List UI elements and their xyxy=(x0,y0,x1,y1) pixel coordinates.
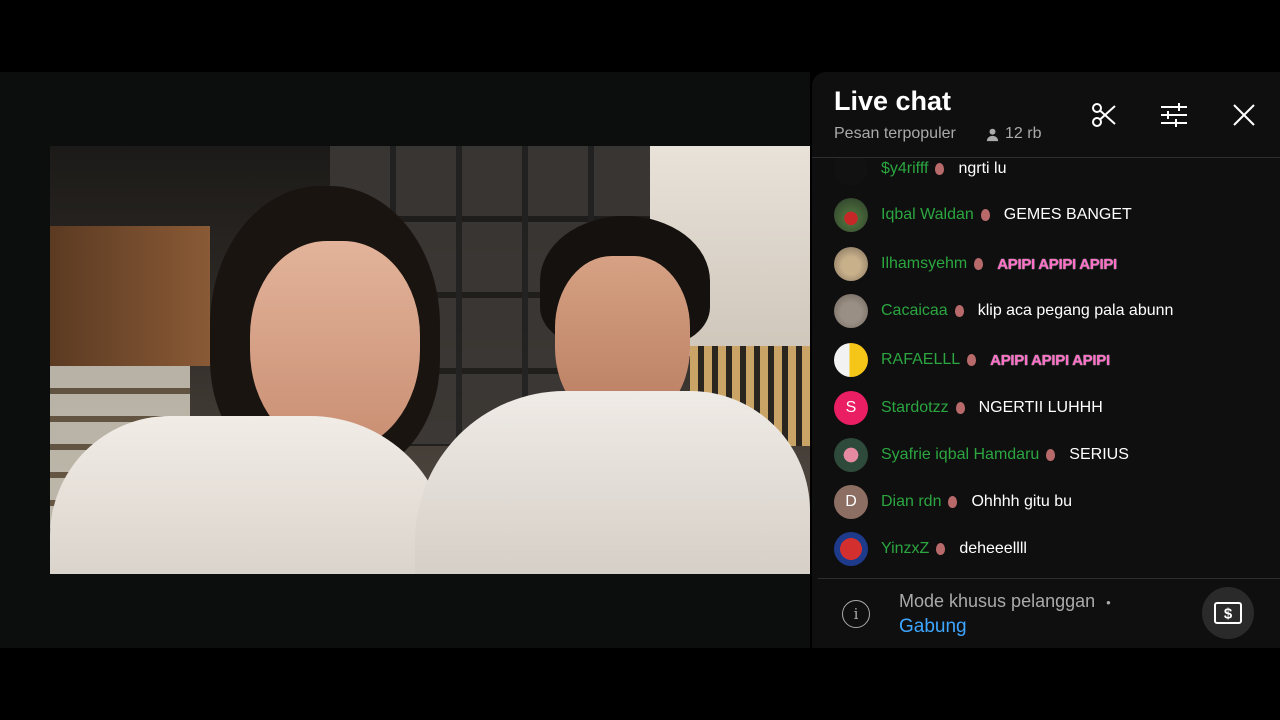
sliders-icon xyxy=(1161,103,1187,127)
avatar[interactable]: S xyxy=(834,391,868,425)
member-badge-icon xyxy=(935,163,945,175)
message-author[interactable]: $y4rifff xyxy=(881,160,928,178)
chat-title: Live chat xyxy=(834,86,952,116)
avatar[interactable]: D xyxy=(834,485,868,519)
message-text: Ohhhh gitu bu xyxy=(971,493,1073,510)
chat-footer: i Mode khusus pelanggan • Gabung $ xyxy=(818,578,1280,649)
video-frame[interactable] xyxy=(50,146,810,574)
message-author[interactable]: Syafrie iqbal Hamdaru xyxy=(881,446,1039,464)
message-text: klip aca pegang pala abunn xyxy=(977,302,1174,319)
member-badge-icon xyxy=(974,258,984,270)
message-emotes: APIPI APIPI APIPI xyxy=(990,351,1110,369)
super-chat-button[interactable]: $ xyxy=(1202,587,1254,639)
chat-message: RAFAELLL APIPI APIPI APIPI xyxy=(834,343,1110,377)
avatar[interactable] xyxy=(834,532,868,566)
chat-message: Syafrie iqbal Hamdaru SERIUS xyxy=(834,438,1129,472)
avatar[interactable] xyxy=(834,198,868,232)
scissors-icon xyxy=(1092,103,1116,127)
video-player[interactable] xyxy=(0,72,810,648)
message-author[interactable]: YinzxZ xyxy=(881,540,929,558)
message-author[interactable]: RAFAELLL xyxy=(881,351,960,369)
chat-message: Ilhamsyehm APIPI APIPI APIPI xyxy=(834,247,1117,281)
chat-message: D Dian rdn Ohhhh gitu bu xyxy=(834,485,1072,519)
message-text: GEMES BANGET xyxy=(1003,206,1132,223)
settings-button[interactable] xyxy=(1157,98,1191,132)
viewer-count: 12 rb xyxy=(985,125,1041,143)
join-link[interactable]: Gabung xyxy=(899,616,967,638)
message-emotes: APIPI APIPI APIPI xyxy=(997,255,1117,273)
chat-header: Live chat Pesan terpopuler 12 rb xyxy=(812,72,1280,158)
message-text: SERIUS xyxy=(1069,446,1129,463)
live-chat-panel: Live chat Pesan terpopuler 12 rb $y4riff… xyxy=(812,72,1280,648)
subscriber-mode-notice: Mode khusus pelanggan • xyxy=(899,591,1111,612)
close-icon xyxy=(1233,104,1255,126)
clip-button[interactable] xyxy=(1087,98,1121,132)
svg-text:$: $ xyxy=(1224,606,1233,623)
avatar[interactable] xyxy=(834,247,868,281)
wooden-panel xyxy=(50,226,210,366)
member-badge-icon xyxy=(967,354,977,366)
viewer-count-label: 12 rb xyxy=(1005,125,1042,142)
avatar[interactable] xyxy=(834,343,868,377)
member-badge-icon xyxy=(980,209,990,221)
info-icon[interactable]: i xyxy=(842,600,870,628)
message-text: NGERTII LUHHH xyxy=(978,399,1103,416)
chat-message: S Stardotzz NGERTII LUHHH xyxy=(834,391,1103,425)
avatar[interactable] xyxy=(834,294,868,328)
person-icon xyxy=(986,128,999,141)
member-badge-icon xyxy=(1046,449,1056,461)
close-chat-button[interactable] xyxy=(1227,98,1261,132)
chat-message: Iqbal Waldan GEMES BANGET xyxy=(834,198,1132,232)
message-text: ngrti lu xyxy=(958,160,1007,177)
message-author[interactable]: Iqbal Waldan xyxy=(881,206,974,224)
member-badge-icon xyxy=(948,496,958,508)
separator-dot: • xyxy=(1106,595,1111,610)
subscriber-mode-text: Mode khusus pelanggan xyxy=(899,591,1096,611)
message-author[interactable]: Stardotzz xyxy=(881,399,949,417)
chat-message: $y4rifff ngrti lu xyxy=(834,158,1006,186)
member-badge-icon xyxy=(954,305,964,317)
chat-message: Cacaicaa klip aca pegang pala abunn xyxy=(834,294,1173,328)
member-badge-icon xyxy=(936,543,946,555)
message-author[interactable]: Dian rdn xyxy=(881,493,941,511)
avatar[interactable] xyxy=(834,158,868,186)
message-author[interactable]: Cacaicaa xyxy=(881,302,948,320)
chat-messages-list[interactable]: $y4rifff ngrti lu Iqbal Waldan GEMES BAN… xyxy=(812,158,1280,574)
chat-message: YinzxZ deheeellll xyxy=(834,532,1027,566)
message-author[interactable]: Ilhamsyehm xyxy=(881,255,967,273)
chat-mode-selector[interactable]: Pesan terpopuler xyxy=(834,125,956,143)
dollar-icon: $ xyxy=(1214,602,1242,624)
avatar[interactable] xyxy=(834,438,868,472)
message-text: deheeellll xyxy=(959,540,1027,557)
member-badge-icon xyxy=(955,402,965,414)
